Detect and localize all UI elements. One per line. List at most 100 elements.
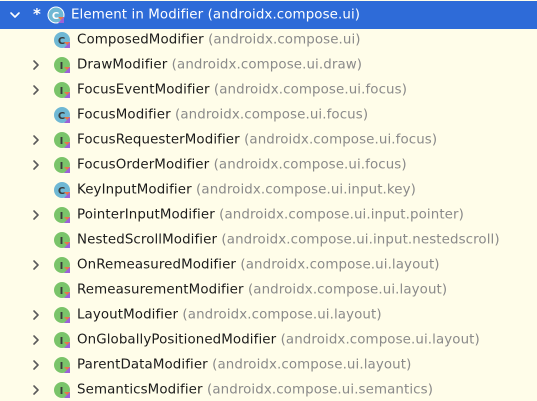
- element-name: ParentDataModifier: [77, 357, 208, 372]
- chevron-right-icon[interactable]: [29, 83, 43, 97]
- element-name: NestedScrollModifier: [77, 232, 218, 247]
- package-name: (androidx.compose.ui.focus): [209, 157, 407, 172]
- tree-row-label: ComposedModifier (androidx.compose.ui): [77, 32, 361, 47]
- kotlin-interface-icon: I: [53, 256, 71, 274]
- kotlin-class-interface-icon: C: [47, 6, 65, 24]
- svg-text:I: I: [60, 336, 64, 347]
- tree-row[interactable]: C ComposedModifier (androidx.compose.ui): [0, 27, 537, 52]
- element-name: FocusModifier: [77, 107, 171, 122]
- element-name: FocusRequesterModifier: [77, 132, 240, 147]
- kotlin-interface-icon: I: [53, 81, 71, 99]
- tree-row[interactable]: C KeyInputModifier (androidx.compose.ui.i…: [0, 177, 537, 202]
- tree-row[interactable]: I OnRemeasuredModifier (androidx.compose.…: [0, 252, 537, 277]
- tree-row-label: FocusOrderModifier (androidx.compose.ui.…: [77, 157, 407, 172]
- package-name: (androidx.compose.ui.focus): [170, 107, 369, 122]
- tree-row[interactable]: I RemeasurementModifier (androidx.compose…: [0, 277, 537, 302]
- svg-text:I: I: [60, 136, 64, 147]
- kotlin-interface-icon: I: [53, 281, 71, 299]
- tree-row-label: PointerInputModifier (androidx.compose.u…: [77, 207, 464, 222]
- kotlin-interface-icon: I: [53, 231, 71, 249]
- svg-text:I: I: [60, 86, 64, 97]
- svg-text:I: I: [60, 211, 64, 222]
- tree-row-label: FocusEventModifier (androidx.compose.ui.…: [77, 82, 407, 97]
- svg-text:I: I: [60, 361, 64, 372]
- svg-text:I: I: [60, 161, 64, 172]
- tree-row-label: FocusRequesterModifier (androidx.compose…: [77, 132, 437, 147]
- kotlin-interface-icon: I: [53, 56, 71, 74]
- tree-row[interactable]: I FocusOrderModifier (androidx.compose.ui…: [0, 152, 537, 177]
- tree-row[interactable]: I NestedScrollModifier (androidx.compose.…: [0, 227, 537, 252]
- chevron-down-icon[interactable]: [8, 8, 22, 22]
- chevron-right-icon[interactable]: [29, 383, 43, 397]
- svg-text:C: C: [58, 186, 65, 197]
- tree-row-label: OnGloballyPositionedModifier (androidx.c…: [77, 332, 480, 347]
- package-name: (androidx.compose.ui.input.key): [191, 182, 416, 197]
- chevron-right-icon[interactable]: [29, 333, 43, 347]
- package-name: (androidx.compose.ui.input.pointer): [214, 207, 464, 222]
- kotlin-class-icon: C: [53, 181, 71, 199]
- svg-text:I: I: [60, 61, 64, 72]
- element-name: OnRemeasuredModifier: [77, 257, 237, 272]
- kotlin-class-icon: C: [53, 106, 71, 124]
- kotlin-interface-icon: I: [53, 306, 71, 324]
- tree-row[interactable]: I OnGloballyPositionedModifier (androidx.…: [0, 327, 537, 352]
- kotlin-interface-icon: I: [53, 381, 71, 399]
- element-name: RemeasurementModifier: [77, 282, 244, 297]
- package-name: (androidx.compose.ui.layout): [178, 307, 382, 322]
- tree-row[interactable]: I DrawModifier (androidx.compose.ui.draw): [0, 52, 537, 77]
- element-name: DrawModifier: [77, 57, 168, 72]
- tree-row-label: KeyInputModifier (androidx.compose.ui.in…: [77, 182, 416, 197]
- package-name: (androidx.compose.ui.input.nestedscroll): [217, 232, 500, 247]
- tree-row[interactable]: I FocusRequesterModifier (androidx.compos…: [0, 127, 537, 152]
- kotlin-class-icon: C: [53, 31, 71, 49]
- tree-row-label: SemanticsModifier (androidx.compose.ui.s…: [77, 382, 433, 397]
- element-name: OnGloballyPositionedModifier: [77, 332, 277, 347]
- tree-row[interactable]: C FocusModifier (androidx.compose.ui.focu…: [0, 102, 537, 127]
- tree-row[interactable]: I SemanticsModifier (androidx.compose.ui.…: [0, 377, 537, 401]
- kotlin-interface-icon: I: [53, 331, 71, 349]
- tree-row-label: RemeasurementModifier (androidx.compose.…: [77, 282, 447, 297]
- chevron-right-icon[interactable]: [29, 158, 43, 172]
- tree-row[interactable]: I FocusEventModifier (androidx.compose.ui…: [0, 77, 537, 102]
- package-name: (androidx.compose.ui.focus): [239, 132, 438, 147]
- package-name: (androidx.compose.ui.layout): [236, 257, 440, 272]
- kotlin-interface-icon: I: [53, 131, 71, 149]
- svg-text:I: I: [60, 261, 64, 272]
- package-name: (androidx.compose.ui): [203, 32, 361, 47]
- tree-row-label: LayoutModifier (androidx.compose.ui.layo…: [77, 307, 382, 322]
- package-name: (androidx.compose.ui.semantics): [202, 382, 434, 397]
- chevron-right-icon[interactable]: [29, 133, 43, 147]
- chevron-right-icon[interactable]: [29, 258, 43, 272]
- kotlin-interface-icon: I: [53, 356, 71, 374]
- package-name: (androidx.compose.ui.focus): [209, 82, 408, 97]
- tree-row[interactable]: I PointerInputModifier (androidx.compose.…: [0, 202, 537, 227]
- type-hierarchy-tree: * C Element in Modifier (androidx.compos…: [0, 0, 537, 401]
- svg-text:C: C: [58, 36, 65, 47]
- kotlin-interface-icon: I: [53, 206, 71, 224]
- tree-row[interactable]: I LayoutModifier (androidx.compose.ui.lay…: [0, 302, 537, 327]
- chevron-right-icon[interactable]: [29, 208, 43, 222]
- svg-text:I: I: [60, 386, 64, 397]
- element-name: PointerInputModifier: [77, 207, 215, 222]
- package-name: (androidx.compose.ui): [207, 7, 361, 23]
- svg-text:C: C: [58, 111, 65, 122]
- chevron-right-icon[interactable]: [29, 358, 43, 372]
- chevron-right-icon[interactable]: [29, 308, 43, 322]
- package-name: (androidx.compose.ui.layout): [243, 282, 448, 297]
- element-name: FocusEventModifier: [77, 82, 210, 97]
- element-name: ComposedModifier: [77, 32, 204, 47]
- tree-row-label: NestedScrollModifier (androidx.compose.u…: [77, 232, 500, 247]
- element-name: Element in Modifier: [71, 7, 204, 23]
- element-name: KeyInputModifier: [77, 182, 192, 197]
- current-element-marker: *: [33, 5, 41, 24]
- tree-row-label: DrawModifier (androidx.compose.ui.draw): [77, 57, 362, 72]
- tree-root-label: Element in Modifier (androidx.compose.ui…: [71, 8, 360, 23]
- element-name: SemanticsModifier: [77, 382, 203, 397]
- tree-row-label: ParentDataModifier (androidx.compose.ui.…: [77, 357, 411, 372]
- tree-row[interactable]: I ParentDataModifier (androidx.compose.ui…: [0, 352, 537, 377]
- chevron-right-icon[interactable]: [29, 58, 43, 72]
- svg-text:I: I: [60, 236, 64, 247]
- svg-text:I: I: [60, 286, 64, 297]
- tree-root-row[interactable]: * C Element in Modifier (androidx.compos…: [0, 1, 537, 29]
- svg-text:C: C: [52, 11, 59, 22]
